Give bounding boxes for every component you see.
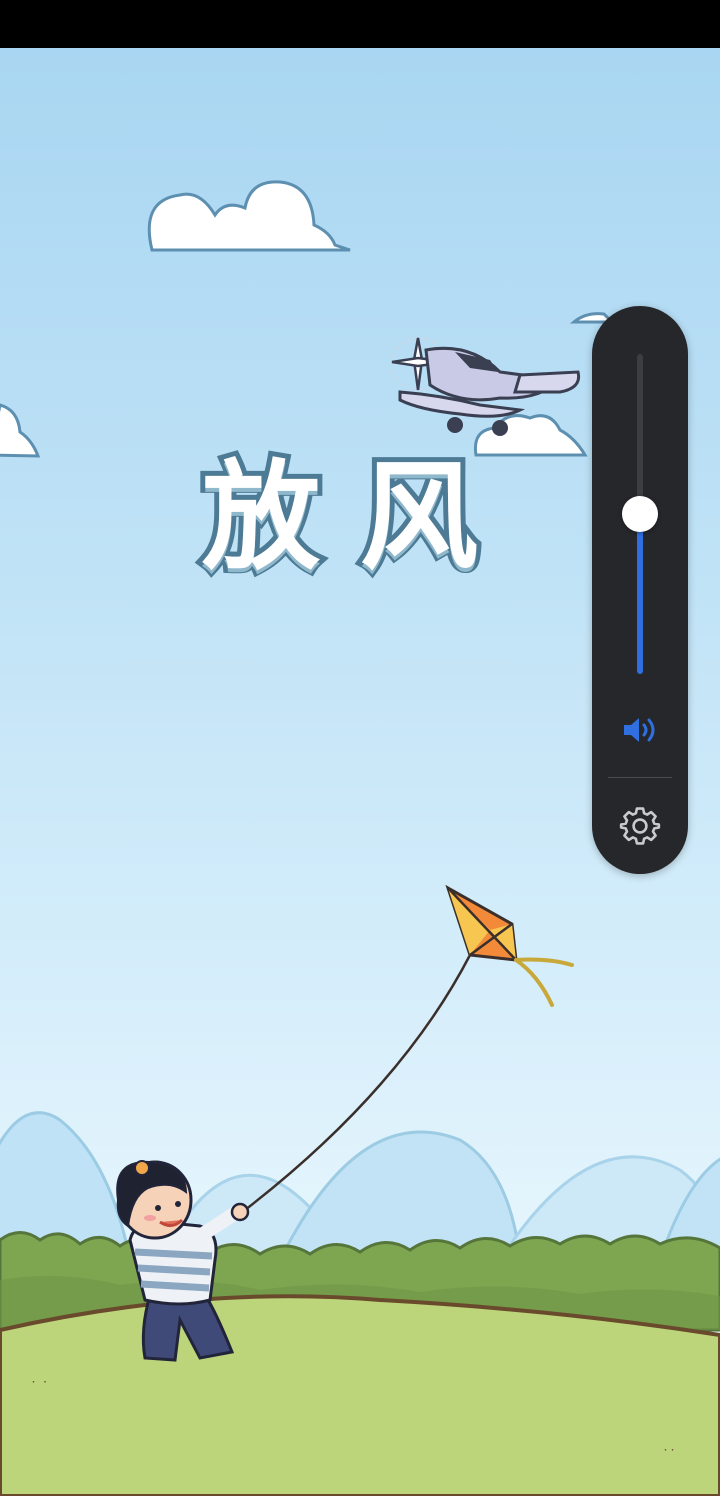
settings-button[interactable] xyxy=(616,802,664,850)
meadow xyxy=(0,1294,720,1496)
screen: ˙ ˙ ˙˙ 放风 xyxy=(0,0,720,1496)
speaker-button[interactable] xyxy=(616,706,664,754)
volume-slider-fill xyxy=(637,514,643,674)
cloud xyxy=(147,180,351,252)
volume-slider-thumb[interactable] xyxy=(622,496,658,532)
svg-text:˙˙: ˙˙ xyxy=(662,1448,676,1464)
volume-panel xyxy=(592,306,688,874)
status-bar xyxy=(0,0,720,48)
game-title: 放风 xyxy=(197,448,518,586)
svg-text:˙ ˙: ˙ ˙ xyxy=(30,1380,48,1396)
speaker-volume-icon xyxy=(624,718,655,742)
cloud xyxy=(0,403,41,458)
panel-divider xyxy=(608,777,672,778)
gear-icon xyxy=(619,807,661,845)
